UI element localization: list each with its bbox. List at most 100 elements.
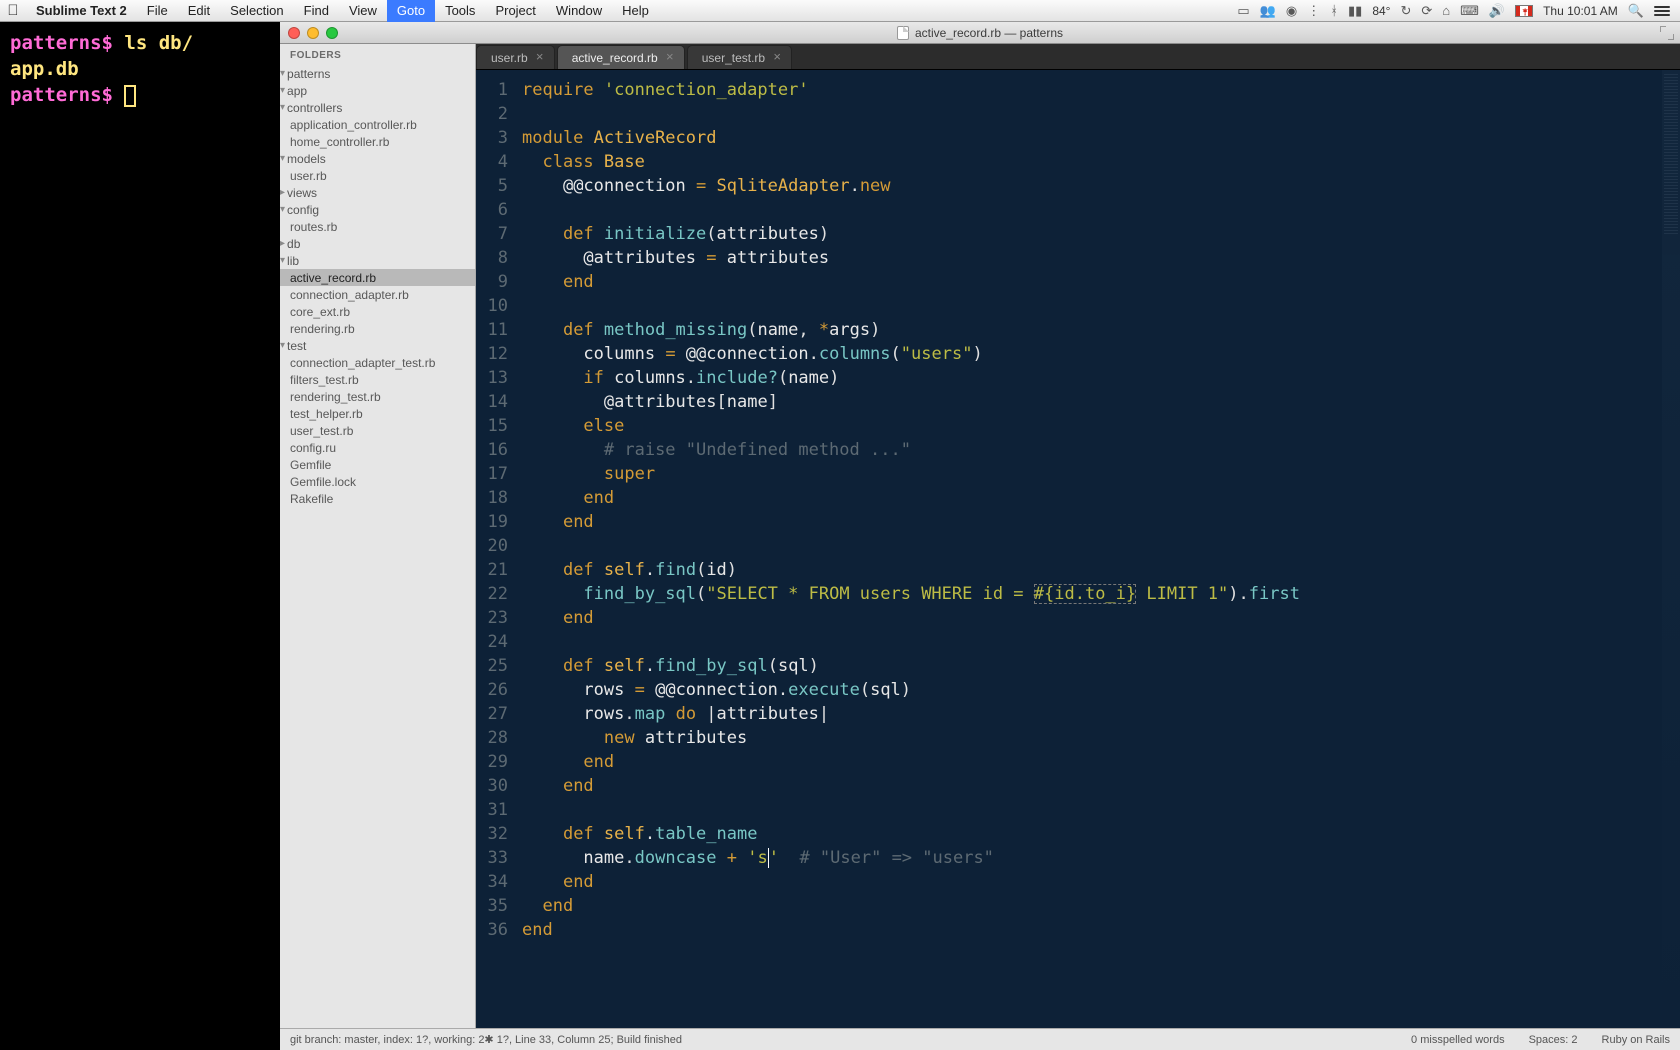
folder-db[interactable]: db	[280, 235, 475, 252]
disclosure-icon[interactable]	[280, 238, 285, 249]
code-line[interactable]: def initialize(attributes)	[522, 222, 1680, 246]
status-spaces[interactable]: Spaces: 2	[1529, 1034, 1578, 1046]
file-Gemfile[interactable]: Gemfile	[280, 456, 475, 473]
disclosure-icon[interactable]	[280, 255, 285, 266]
display-icon[interactable]: ▭	[1237, 3, 1249, 19]
code-line[interactable]: rows = @@connection.execute(sql)	[522, 678, 1680, 702]
code-line[interactable]: end	[522, 870, 1680, 894]
tab-active_record-rb[interactable]: active_record.rb×	[557, 45, 685, 69]
file-user-rb[interactable]: user.rb	[280, 167, 475, 184]
file-config-ru[interactable]: config.ru	[280, 439, 475, 456]
folder-views[interactable]: views	[280, 184, 475, 201]
wifi-icon[interactable]: ⌂	[1442, 3, 1450, 18]
folder-config[interactable]: config	[280, 201, 475, 218]
file-connection_adapter_test-rb[interactable]: connection_adapter_test.rb	[280, 354, 475, 371]
apple-menu-icon[interactable]: 	[0, 2, 26, 19]
code-line[interactable]: def self.find_by_sql(sql)	[522, 654, 1680, 678]
code-line[interactable]	[522, 798, 1680, 822]
timemachine-icon[interactable]: ⟳	[1421, 3, 1432, 19]
code-line[interactable]: else	[522, 414, 1680, 438]
sync-icon[interactable]: ↻	[1400, 3, 1411, 19]
disclosure-icon[interactable]	[280, 68, 285, 79]
code-line[interactable]: @attributes[name]	[522, 390, 1680, 414]
code-line[interactable]	[522, 102, 1680, 126]
spotlight-icon[interactable]: 🔍	[1628, 3, 1644, 19]
menu-tools[interactable]: Tools	[435, 0, 485, 22]
folder-sidebar[interactable]: FOLDERS patternsappcontrollersapplicatio…	[280, 44, 476, 1028]
status-misspelled[interactable]: 0 misspelled words	[1411, 1034, 1505, 1046]
folder-patterns[interactable]: patterns	[280, 65, 475, 82]
code-line[interactable]: find_by_sql("SELECT * FROM users WHERE i…	[522, 582, 1680, 606]
users-icon[interactable]: 👥	[1260, 3, 1276, 19]
folder-lib[interactable]: lib	[280, 252, 475, 269]
menu-file[interactable]: File	[137, 0, 178, 22]
code-line[interactable]: end	[522, 918, 1680, 942]
code-line[interactable]: module ActiveRecord	[522, 126, 1680, 150]
tab-close-icon[interactable]: ×	[771, 51, 783, 63]
menu-goto[interactable]: Goto	[387, 0, 435, 22]
menu-view[interactable]: View	[339, 0, 387, 22]
code-line[interactable]: if columns.include?(name)	[522, 366, 1680, 390]
menu-help[interactable]: Help	[612, 0, 659, 22]
code-area[interactable]: require 'connection_adapter'module Activ…	[514, 70, 1680, 1028]
code-line[interactable]	[522, 198, 1680, 222]
editor-area[interactable]: 1234567891011121314151617181920212223242…	[476, 70, 1680, 1028]
file-connection_adapter-rb[interactable]: connection_adapter.rb	[280, 286, 475, 303]
clock[interactable]: Thu 10:01 AM	[1543, 4, 1618, 18]
disclosure-icon[interactable]	[280, 187, 285, 198]
folder-controllers[interactable]: controllers	[280, 99, 475, 116]
code-line[interactable]	[522, 630, 1680, 654]
file-routes-rb[interactable]: routes.rb	[280, 218, 475, 235]
window-close-icon[interactable]	[288, 27, 300, 39]
bluetooth-icon[interactable]: ᚼ	[1330, 3, 1338, 18]
window-zoom-icon[interactable]	[326, 27, 338, 39]
menu-edit[interactable]: Edit	[178, 0, 220, 22]
tab-user-rb[interactable]: user.rb×	[476, 45, 555, 69]
code-line[interactable]: new attributes	[522, 726, 1680, 750]
notification-center-icon[interactable]	[1654, 6, 1670, 16]
folder-test[interactable]: test	[280, 337, 475, 354]
code-line[interactable]: name.downcase + 's' # "User" => "users"	[522, 846, 1680, 870]
window-titlebar[interactable]: active_record.rb — patterns	[280, 22, 1680, 44]
keyboard-icon[interactable]: ⌨	[1460, 3, 1479, 19]
folder-app[interactable]: app	[280, 82, 475, 99]
code-line[interactable]: end	[522, 510, 1680, 534]
code-line[interactable]: super	[522, 462, 1680, 486]
code-line[interactable]: end	[522, 486, 1680, 510]
code-line[interactable]: end	[522, 270, 1680, 294]
file-application_controller-rb[interactable]: application_controller.rb	[280, 116, 475, 133]
code-line[interactable]: end	[522, 750, 1680, 774]
code-line[interactable]: rows.map do |attributes|	[522, 702, 1680, 726]
code-line[interactable]: end	[522, 774, 1680, 798]
code-line[interactable]: @attributes = attributes	[522, 246, 1680, 270]
code-line[interactable]: @@connection = SqliteAdapter.new	[522, 174, 1680, 198]
file-home_controller-rb[interactable]: home_controller.rb	[280, 133, 475, 150]
code-line[interactable]: columns = @@connection.columns("users")	[522, 342, 1680, 366]
menu-window[interactable]: Window	[546, 0, 612, 22]
menu-selection[interactable]: Selection	[220, 0, 293, 22]
code-line[interactable]: class Base	[522, 150, 1680, 174]
folder-models[interactable]: models	[280, 150, 475, 167]
code-line[interactable]: def method_missing(name, *args)	[522, 318, 1680, 342]
file-user_test-rb[interactable]: user_test.rb	[280, 422, 475, 439]
tab-user_test-rb[interactable]: user_test.rb×	[687, 45, 792, 69]
code-line[interactable]	[522, 294, 1680, 318]
code-line[interactable]: # raise "Undefined method ..."	[522, 438, 1680, 462]
file-rendering-rb[interactable]: rendering.rb	[280, 320, 475, 337]
status-lang[interactable]: Ruby on Rails	[1602, 1034, 1670, 1046]
disclosure-icon[interactable]	[280, 102, 285, 113]
code-line[interactable]: def self.table_name	[522, 822, 1680, 846]
file-Rakefile[interactable]: Rakefile	[280, 490, 475, 507]
battery-icon[interactable]: ▮▮	[1348, 3, 1362, 19]
flag-ca-icon[interactable]	[1515, 5, 1533, 17]
disclosure-icon[interactable]	[280, 340, 285, 351]
code-line[interactable]: end	[522, 606, 1680, 630]
fullscreen-toggle-icon[interactable]	[1660, 26, 1674, 40]
file-rendering_test-rb[interactable]: rendering_test.rb	[280, 388, 475, 405]
file-core_ext-rb[interactable]: core_ext.rb	[280, 303, 475, 320]
minimap[interactable]	[1662, 70, 1680, 1028]
code-line[interactable]: require 'connection_adapter'	[522, 78, 1680, 102]
menu-project[interactable]: Project	[485, 0, 545, 22]
tab-close-icon[interactable]: ×	[534, 51, 546, 63]
file-active_record-rb[interactable]: active_record.rb	[280, 269, 475, 286]
